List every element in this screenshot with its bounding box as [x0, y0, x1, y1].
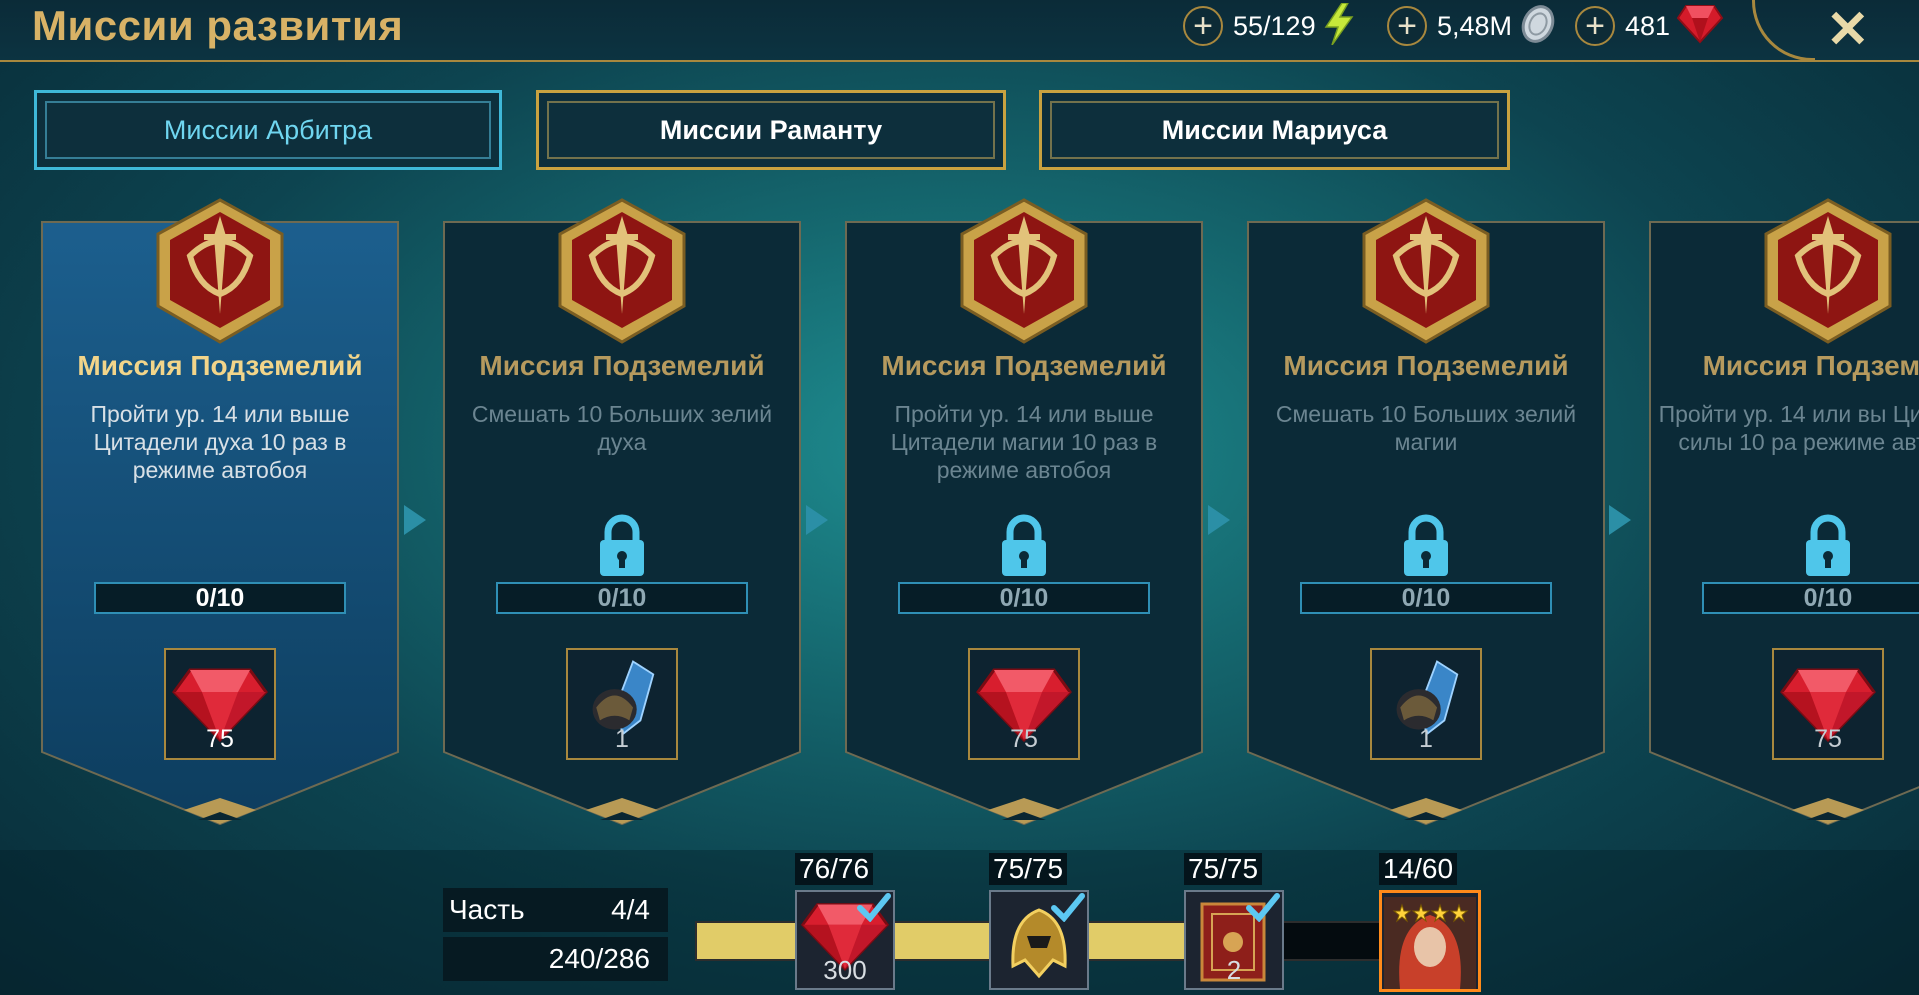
milestone-amount: 300	[823, 955, 867, 985]
mission-title: Миссия Подземелий	[1283, 350, 1569, 381]
tab-label: Миссии Мариуса	[1161, 114, 1388, 145]
silver-resource: + 5,48M	[1387, 4, 1558, 49]
reward-amount: 1	[615, 725, 629, 753]
mission-progress: 0/10	[898, 582, 1150, 614]
lock-icon	[600, 514, 644, 576]
lock-icon	[1404, 514, 1448, 576]
part-label: Часть	[449, 894, 525, 925]
mission-title: Миссия Подземелий	[881, 350, 1167, 381]
milestone-count: 75/75	[1184, 853, 1263, 885]
milestone-reward[interactable]	[989, 890, 1089, 990]
mission-progress: 0/10	[496, 582, 748, 614]
next-arrow-icon	[1609, 505, 1631, 535]
mission-card[interactable]: Миссия Подземел Пройти ур. 14 или вы Цит…	[1642, 198, 1919, 832]
points-indicator: 240/286	[443, 937, 668, 981]
mission-card[interactable]: Миссия Подземелий Смешать 10 Больших зел…	[1240, 198, 1612, 832]
add-energy-button[interactable]: +	[1183, 6, 1223, 46]
tab-arbiter-missions[interactable]: Миссии Арбитра	[34, 90, 502, 170]
milestone-reward[interactable]	[1379, 890, 1481, 992]
reward-slot[interactable]: 1	[566, 648, 678, 760]
dungeon-emblem-icon	[558, 198, 686, 344]
mission-progress: 0/10	[1702, 582, 1919, 614]
reward-slot[interactable]: 75	[164, 648, 276, 760]
mission-card[interactable]: Миссия Подземелий Пройти ур. 14 или выше…	[34, 198, 406, 832]
chapter-progress-fill	[697, 923, 1191, 959]
mission-card[interactable]: Миссия Подземелий Пройти ур. 14 или выше…	[838, 198, 1210, 832]
gems-resource: + 481	[1575, 4, 1724, 49]
gems-value: 481	[1625, 10, 1671, 41]
milestone-amount: 2	[1226, 955, 1242, 985]
dungeon-emblem-icon	[156, 198, 284, 344]
milestone-count: 75/75	[989, 853, 1068, 885]
milestone-count: 76/76	[795, 853, 874, 885]
tab-marius-missions[interactable]: Миссии Мариуса	[1039, 90, 1510, 170]
lightning-icon	[1322, 1, 1356, 50]
reward-slot[interactable]: 1	[1370, 648, 1482, 760]
energy-value: 55/129	[1233, 10, 1316, 41]
reward-amount: 75	[1814, 725, 1842, 753]
tab-label: Миссии Арбитра	[163, 114, 373, 145]
checkmark-icon	[1051, 892, 1085, 927]
next-arrow-icon	[404, 505, 426, 535]
reward-amount: 75	[1010, 725, 1038, 753]
lock-icon	[1806, 514, 1850, 576]
dungeon-emblem-icon	[960, 198, 1088, 344]
reward-amount: 1	[1419, 725, 1433, 753]
mission-progress: 0/10	[94, 582, 346, 614]
tab-label: Миссии Раманту	[659, 114, 883, 145]
page-title: Миссии развития	[32, 2, 404, 49]
reward-slot[interactable]: 75	[1772, 648, 1884, 760]
corner-ornament	[1752, 0, 1815, 61]
part-value: 4/4	[611, 894, 650, 925]
mission-description: Пройти ур. 14 или выше Цитадели магии 10…	[890, 401, 1158, 483]
add-gems-button[interactable]: +	[1575, 6, 1615, 46]
top-bar: Миссии развития + 55/129 + 5,48M + 481 ✕	[0, 0, 1919, 62]
mission-title: Миссия Подземел	[1702, 350, 1919, 381]
dungeon-emblem-icon	[1764, 198, 1892, 344]
add-silver-button[interactable]: +	[1387, 6, 1427, 46]
milestone-reward[interactable]: 300	[795, 890, 895, 990]
next-arrow-icon	[806, 505, 828, 535]
mission-progress: 0/10	[1300, 582, 1552, 614]
milestone-count: 14/60	[1379, 853, 1458, 885]
mission-description: Смешать 10 Больших зелий духа	[471, 401, 773, 455]
mission-card[interactable]: Миссия Подземелий Смешать 10 Больших зел…	[436, 198, 808, 832]
mission-description: Пройти ур. 14 или выше Цитадели духа 10 …	[90, 401, 350, 483]
lock-icon	[1002, 514, 1046, 576]
energy-resource: + 55/129	[1183, 1, 1356, 46]
checkmark-icon	[1246, 892, 1280, 927]
mission-title: Миссия Подземелий	[77, 350, 363, 381]
points-value: 240/286	[548, 943, 650, 974]
dungeon-emblem-icon	[1362, 198, 1490, 344]
reward-amount: 75	[206, 725, 234, 753]
mission-description: Пройти ур. 14 или вы Цитадели силы 10 ра…	[1658, 401, 1919, 455]
close-button[interactable]: ✕	[1826, 0, 1870, 60]
reward-slot[interactable]: 75	[968, 648, 1080, 760]
silver-coin-icon	[1518, 4, 1558, 49]
mission-title: Миссия Подземелий	[479, 350, 765, 381]
hero-portrait-icon	[1384, 897, 1476, 989]
next-arrow-icon	[1208, 505, 1230, 535]
milestone-reward[interactable]: 2	[1184, 890, 1284, 990]
part-indicator: Часть 4/4	[443, 888, 668, 932]
ruby-gem-icon	[1676, 4, 1724, 49]
checkmark-icon	[857, 892, 891, 927]
mission-description: Смешать 10 Больших зелий магии	[1275, 401, 1577, 455]
silver-value: 5,48M	[1437, 10, 1513, 41]
tab-ramantu-missions[interactable]: Миссии Раманту	[536, 90, 1006, 170]
